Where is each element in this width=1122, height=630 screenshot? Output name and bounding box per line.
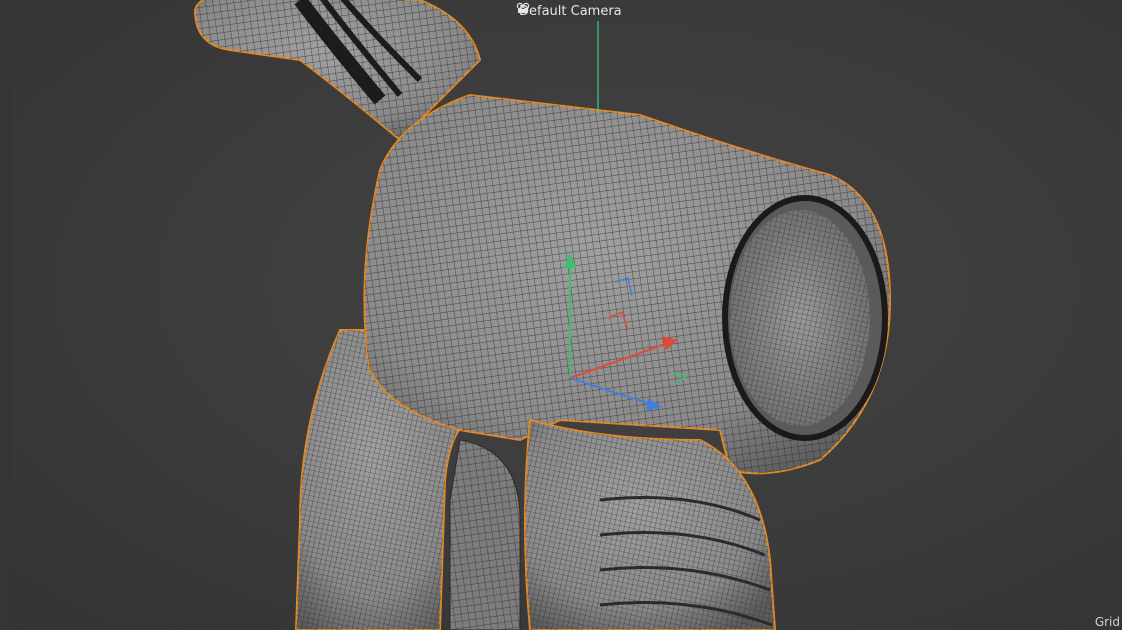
camera-label-text: Default Camera (519, 4, 622, 19)
grid-label: Grid (1094, 615, 1120, 629)
camera-icon (516, 2, 530, 13)
mesh-render[interactable] (0, 0, 1122, 630)
3d-viewport[interactable]: Default Camera Grid (0, 0, 1122, 630)
camera-menu[interactable]: Default Camera (516, 2, 626, 21)
nozzle-opening-mesh[interactable] (722, 195, 888, 441)
